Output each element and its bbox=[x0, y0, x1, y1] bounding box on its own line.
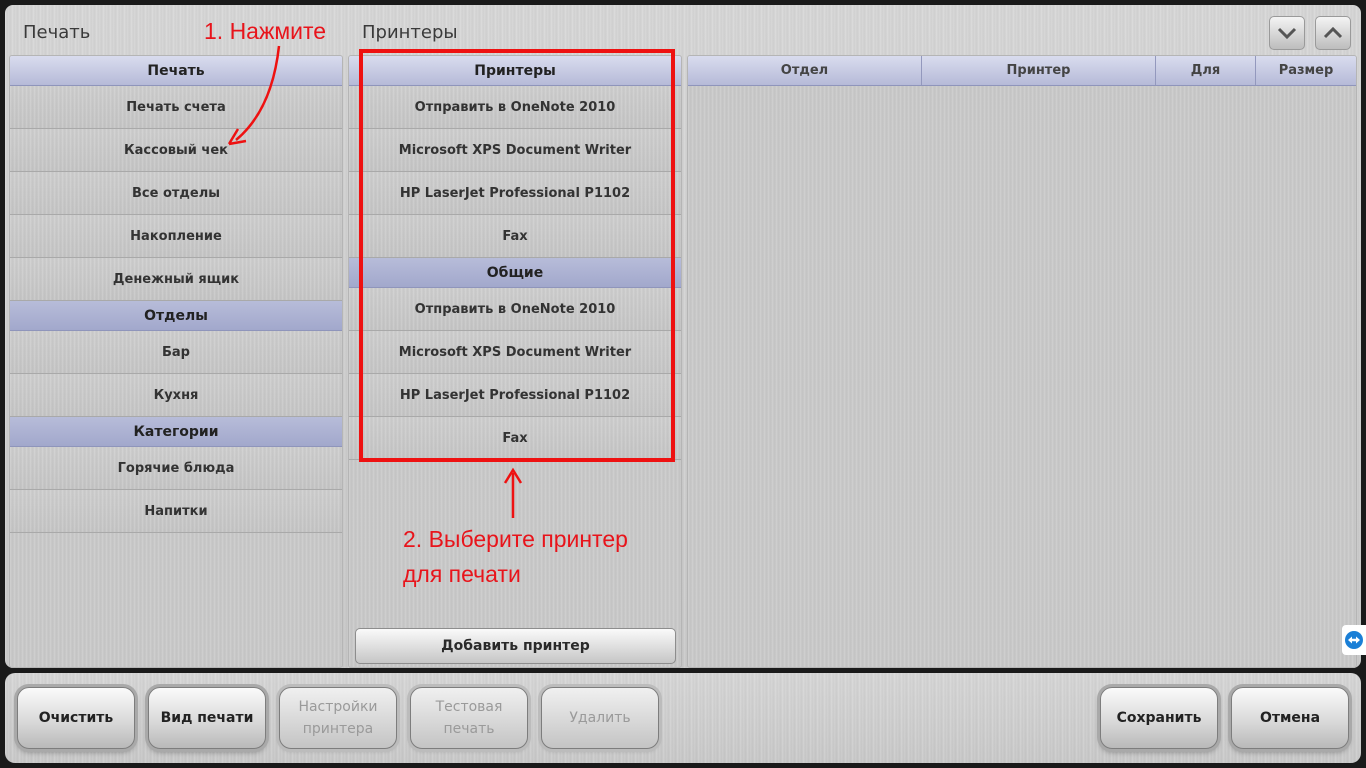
curved-arrow-icon bbox=[227, 45, 281, 146]
up-arrow-icon bbox=[503, 467, 523, 518]
teamviewer-icon bbox=[1345, 631, 1363, 649]
teamviewer-badge[interactable] bbox=[1342, 625, 1366, 655]
annotation-arrows bbox=[227, 45, 523, 518]
